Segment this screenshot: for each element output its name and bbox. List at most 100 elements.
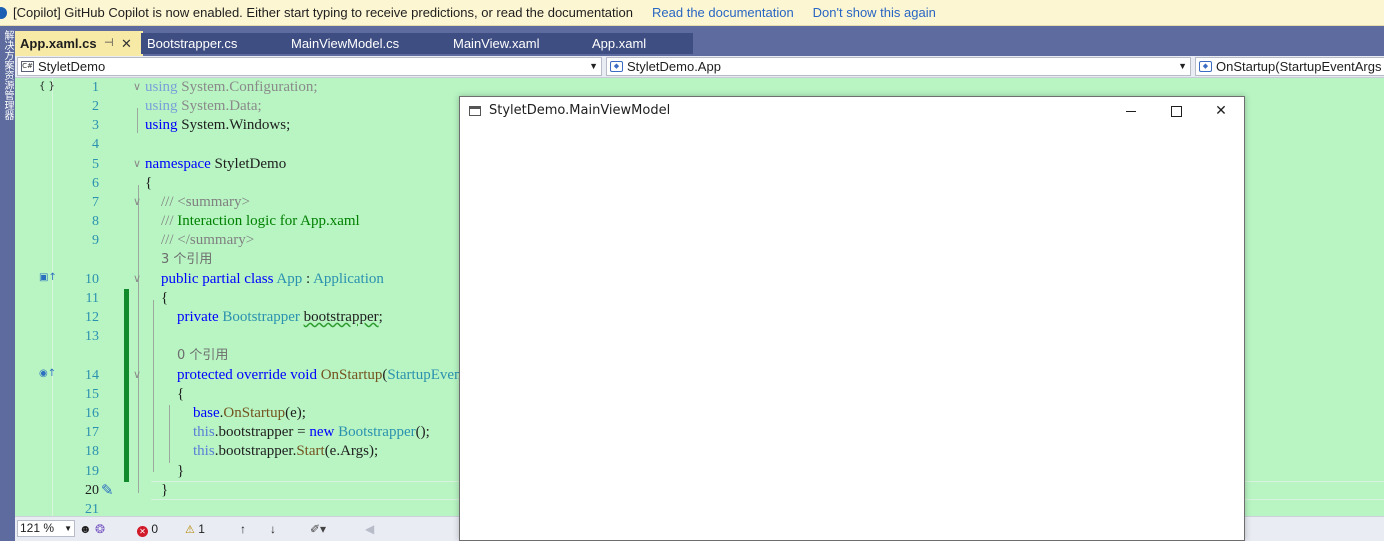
code-text: } <box>177 463 185 479</box>
copilot-icon[interactable]: ☻ <box>79 521 92 537</box>
keyword: this <box>193 443 215 459</box>
solution-explorer-strip[interactable]: 解决方案资源管理器 <box>0 26 15 541</box>
keyword: namespace <box>145 156 211 172</box>
fold-chevron-icon[interactable]: ∨ <box>133 156 141 173</box>
keyword: using <box>145 117 178 133</box>
keyword: base <box>193 405 220 421</box>
keyword: new <box>309 424 339 440</box>
line-number: 12 <box>85 310 99 325</box>
line-number: 3 <box>92 118 99 133</box>
tab-label: App.xaml <box>592 36 647 51</box>
line-number: 15 <box>85 387 99 402</box>
keyword: using <box>145 79 178 95</box>
method-name: OnStartup <box>223 405 286 421</box>
keyword: this <box>193 424 215 440</box>
error-count: 0 <box>151 522 159 536</box>
codelens-references[interactable]: 0 个引用 <box>177 346 228 365</box>
code-text: (); <box>415 424 430 440</box>
errors-indicator[interactable]: ✕ 0 <box>137 521 158 537</box>
line-number: 4 <box>92 137 99 152</box>
dont-show-again-link[interactable]: Don't show this again <box>813 5 936 20</box>
next-issue-button[interactable]: ↓ <box>270 521 276 537</box>
project-name: StyletDemo <box>38 59 106 74</box>
keyword: using <box>145 98 178 114</box>
maximize-button[interactable] <box>1153 97 1199 126</box>
tab-bootstrapper-cs[interactable]: Bootstrapper.cs <box>141 33 285 54</box>
line-number: 2 <box>92 99 99 114</box>
class-icon: ◆ <box>610 61 623 72</box>
code-text: .bootstrapper = <box>214 424 310 440</box>
line-number: 9 <box>92 233 99 248</box>
line-number: 17 <box>85 425 99 440</box>
chevron-down-icon: ▼ <box>64 524 72 533</box>
tab-mainviewmodel-cs[interactable]: MainViewModel.cs <box>285 33 447 54</box>
tab-mainview-xaml[interactable]: MainView.xaml <box>447 33 586 54</box>
keyword: protected override void <box>177 367 321 383</box>
code-text: { <box>177 386 185 402</box>
fold-chevron-icon[interactable]: ∨ <box>133 367 141 384</box>
fold-chevron-icon[interactable]: ∨ <box>133 79 141 96</box>
chevron-down-icon: ▼ <box>1178 61 1187 71</box>
code-text: System.Windows; <box>177 117 291 133</box>
zoom-dropdown[interactable]: 121 % ▼ <box>17 520 75 537</box>
type-name: Application <box>313 271 384 287</box>
chevron-down-icon: ▼ <box>589 61 598 71</box>
code-line-1[interactable]: 1 ∨ using System.Configuration; <box>15 78 1384 97</box>
code-cleanup-icon[interactable]: ❂ <box>95 521 105 537</box>
project-dropdown[interactable]: C# StyletDemo ▼ <box>17 57 602 76</box>
doc-comment: /// <box>161 232 178 248</box>
tab-label: MainViewModel.cs <box>291 36 400 51</box>
method-icon: ◆ <box>1199 61 1212 72</box>
solution-explorer-label[interactable]: 解决方案资源管理器 <box>1 30 13 120</box>
line-number: 5 <box>92 157 99 172</box>
code-text: { <box>161 290 169 306</box>
type-name: Bootstrapper <box>222 309 300 325</box>
member-dropdown[interactable]: ◆ OnStartup(StartupEventArgs e) <box>1195 57 1384 76</box>
wpf-app-window[interactable]: StyletDemo.MainViewModel ✕ <box>459 96 1245 541</box>
tab-app-xaml-cs[interactable]: App.xaml.cs ⊣ ✕ <box>15 31 143 56</box>
line-number: 21 <box>85 502 99 516</box>
csharp-project-icon: C# <box>21 61 34 72</box>
previous-issue-button[interactable]: ↑ <box>240 521 246 537</box>
document-tab-bar: App.xaml.cs ⊣ ✕ Bootstrapper.cs MainView… <box>15 26 1384 56</box>
warnings-indicator[interactable]: ⚠ 1 <box>185 521 205 538</box>
code-text: System.Data; <box>177 98 262 114</box>
code-text: } <box>161 482 169 498</box>
code-cleanup-brush-icon[interactable]: ✐▾ <box>310 521 326 537</box>
close-button[interactable]: ✕ <box>1198 97 1244 126</box>
copilot-info-bar: [Copilot] GitHub Copilot is now enabled.… <box>0 0 1384 26</box>
code-text: { <box>145 175 153 191</box>
tab-label: MainView.xaml <box>453 36 540 51</box>
close-icon[interactable]: ✕ <box>121 31 132 56</box>
fold-chevron-icon[interactable]: ∨ <box>133 194 141 211</box>
line-number: 14 <box>85 368 99 383</box>
line-number: 6 <box>92 176 99 191</box>
code-text: (e); <box>285 405 306 421</box>
type-name: StyletDemo.App <box>627 59 721 74</box>
copilot-message: [Copilot] GitHub Copilot is now enabled.… <box>13 5 634 20</box>
tab-app-xaml[interactable]: App.xaml <box>586 33 693 54</box>
read-documentation-link[interactable]: Read the documentation <box>652 5 794 20</box>
navigation-bar: C# StyletDemo ▼ ◆ StyletDemo.App ▼ ◆ OnS… <box>15 56 1384 78</box>
type-name: Bootstrapper <box>338 424 416 440</box>
line-number: 20 <box>85 483 99 498</box>
codelens-references[interactable]: 3 个引用 <box>161 250 212 269</box>
pin-icon[interactable]: ⊣ <box>104 31 114 56</box>
quick-action-brush-icon[interactable]: ✎ <box>101 481 114 499</box>
code-text: .bootstrapper. <box>214 443 297 459</box>
scroll-left-icon[interactable]: ◀ <box>365 521 374 537</box>
keyword: public partial class <box>161 271 277 287</box>
code-text: ; <box>378 309 383 325</box>
line-number: 10 <box>85 272 99 287</box>
method-name: Start <box>296 443 325 459</box>
type-dropdown[interactable]: ◆ StyletDemo.App ▼ <box>606 57 1191 76</box>
fold-chevron-icon[interactable]: ∨ <box>133 271 141 288</box>
zoom-level: 121 % <box>20 521 55 535</box>
comment-text: Interaction logic for App.xaml <box>177 213 360 229</box>
minimize-button[interactable] <box>1108 97 1154 126</box>
line-number: 7 <box>92 195 99 210</box>
info-icon <box>0 6 7 19</box>
doc-comment-tag: </summary> <box>177 232 255 248</box>
code-text: StyletDemo <box>210 156 287 172</box>
line-number: 19 <box>85 464 99 479</box>
